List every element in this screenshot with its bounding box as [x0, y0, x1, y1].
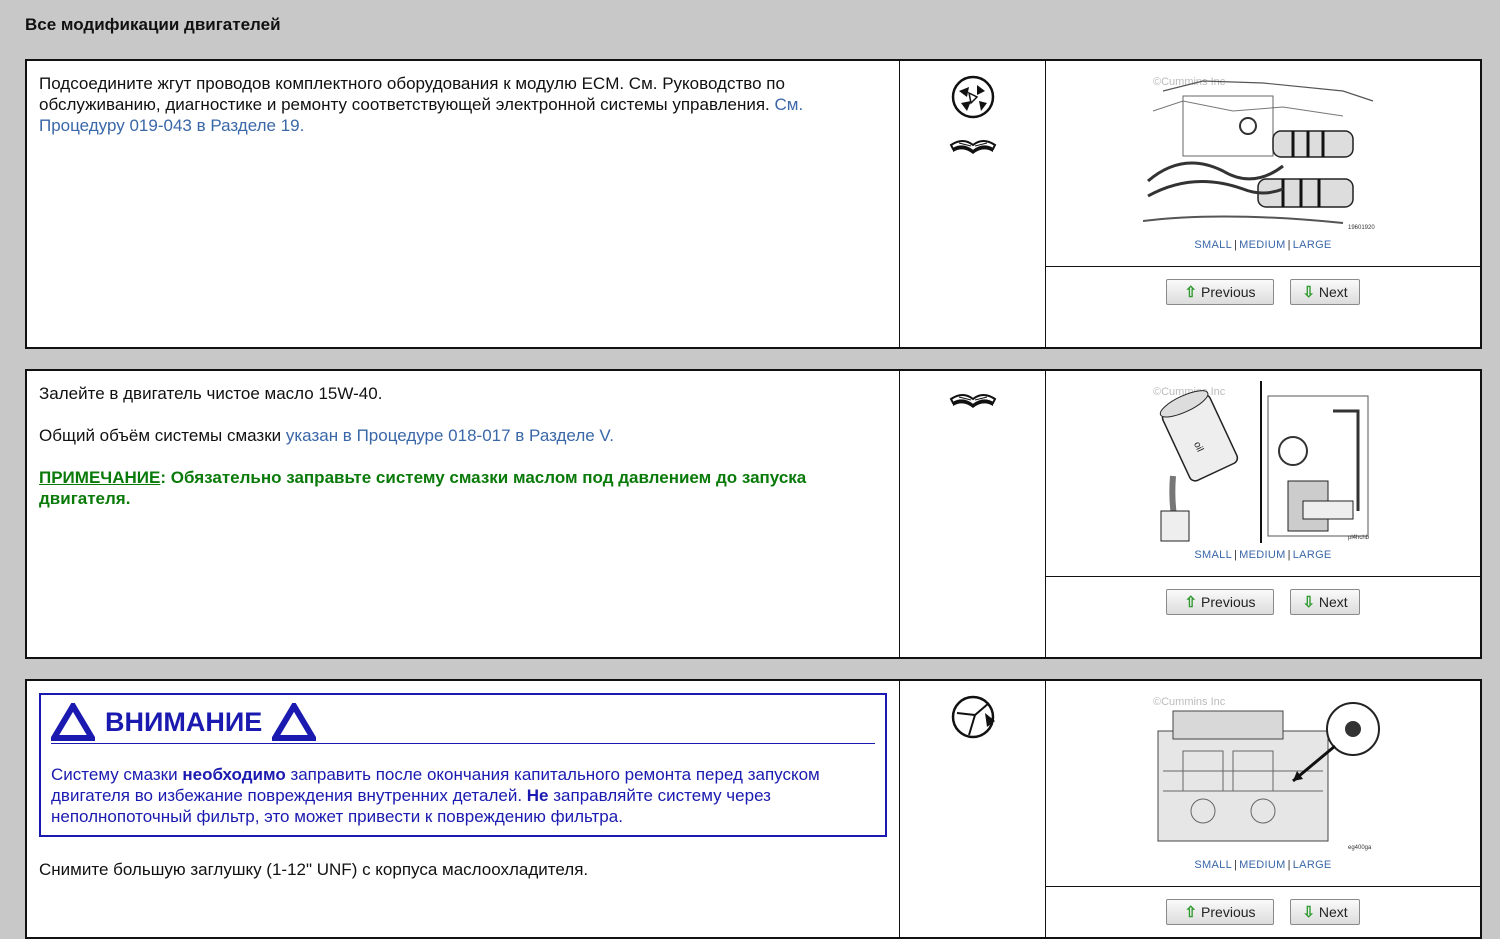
note-block: ПРИМЕЧАНИЕ: Обязательно заправьте систем… [39, 467, 887, 509]
step-instruction: Подсоедините жгут проводов комплектного … [39, 74, 785, 114]
size-links: SMALL | MEDIUM | LARGE [1194, 239, 1332, 251]
warning-triangle-icon [272, 703, 317, 741]
size-large-link[interactable]: LARGE [1293, 549, 1332, 561]
previous-button[interactable]: ⇧ Previous [1166, 279, 1274, 305]
previous-button[interactable]: ⇧ Previous [1166, 899, 1274, 925]
illustration-area: ©Cummins Inc oil pl4hchb SMALL | MEDIUM | LA… [1046, 371, 1480, 577]
svg-text:©Cummins Inc: ©Cummins Inc [1153, 696, 1226, 708]
step-media-cell: ©Cummins Inc oil pl4hchb SMALL | MEDIUM | LA… [1046, 371, 1480, 657]
procedure-link[interactable]: указан в Процедуре 018-017 в Разделе V. [286, 426, 614, 445]
illustration-area: ©Cummins Inc 19601920 SMALL | MEDIUM | L… [1046, 61, 1480, 267]
svg-text:eg400ga: eg400ga [1348, 845, 1372, 851]
step-instruction: Залейте в двигатель чистое масло 15W-40. [39, 384, 383, 403]
size-medium-link[interactable]: MEDIUM [1239, 239, 1285, 251]
nav-buttons: ⇧ Previous ⇩ Next [1046, 887, 1480, 937]
step-media-cell: ©Cummins Inc eg400ga SMALL | MEDIUM | LARGE [1046, 681, 1480, 937]
warning-box: ВНИМАНИЕ Систему смазки необходимо запра… [39, 693, 887, 837]
nav-buttons: ⇧ Previous ⇩ Next [1046, 577, 1480, 657]
svg-text:pl4hchb: pl4hchb [1348, 535, 1370, 541]
size-small-link[interactable]: SMALL [1194, 239, 1232, 251]
oil-cooler-plug-illustration[interactable]: ©Cummins Inc eg400ga [1143, 691, 1383, 853]
warning-triangle-icon [51, 703, 95, 741]
arrow-down-icon: ⇩ [1302, 904, 1315, 921]
arrow-up-icon: ⇧ [1184, 284, 1198, 301]
arrow-down-icon: ⇩ [1302, 284, 1315, 301]
size-small-link[interactable]: SMALL [1194, 549, 1232, 561]
arrow-up-icon: ⇧ [1184, 594, 1198, 611]
book-icon [949, 394, 996, 408]
size-large-link[interactable]: LARGE [1293, 239, 1332, 251]
note-label: ПРИМЕЧАНИЕ [39, 468, 161, 487]
next-button[interactable]: ⇩ Next [1290, 279, 1360, 305]
size-medium-link[interactable]: MEDIUM [1239, 549, 1285, 561]
illustration-area: ©Cummins Inc eg400ga SMALL | MEDIUM | LARGE [1046, 681, 1480, 887]
nav-buttons: ⇧ Previous ⇩ Next [1046, 267, 1480, 347]
arrow-up-icon: ⇧ [1184, 904, 1198, 921]
size-medium-link[interactable]: MEDIUM [1239, 859, 1285, 871]
procedure-step-1: Подсоедините жгут проводов комплектного … [25, 59, 1482, 349]
page-title: Все модификации двигателей [25, 15, 281, 34]
oil-fill-illustration[interactable]: ©Cummins Inc oil pl4hchb [1143, 381, 1383, 543]
next-button[interactable]: ⇩ Next [1290, 589, 1360, 615]
warning-title: ВНИМАНИЕ [105, 706, 263, 737]
step-text-cell: ВНИМАНИЕ Систему смазки необходимо запра… [27, 681, 900, 937]
tool-assembly-icon [951, 75, 994, 119]
warning-text: Систему смазки необходимо заправить посл… [51, 765, 820, 826]
book-icon [949, 140, 996, 154]
warning-header: ВНИМАНИЕ [51, 703, 875, 744]
size-small-link[interactable]: SMALL [1194, 859, 1232, 871]
step-icons-cell [900, 371, 1046, 657]
step-icons-cell [900, 681, 1046, 937]
procedure-step-3: ВНИМАНИЕ Систему смазки необходимо запра… [25, 679, 1482, 939]
next-button[interactable]: ⇩ Next [1290, 899, 1360, 925]
size-links: SMALL | MEDIUM | LARGE [1194, 859, 1332, 871]
step-icons-cell [900, 61, 1046, 347]
svg-text:©Cummins Inc: ©Cummins Inc [1153, 76, 1226, 88]
ecm-harness-illustration[interactable]: ©Cummins Inc 19601920 [1143, 71, 1383, 233]
arrow-down-icon: ⇩ [1302, 594, 1315, 611]
step-capacity-text: Общий объём системы смазки указан в Проц… [39, 426, 614, 445]
step-media-cell: ©Cummins Inc 19601920 SMALL | MEDIUM | L… [1046, 61, 1480, 347]
svg-text:19601920: 19601920 [1348, 225, 1375, 231]
procedure-step-2: Залейте в двигатель чистое масло 15W-40.… [25, 369, 1482, 659]
previous-button[interactable]: ⇧ Previous [1166, 589, 1274, 615]
size-large-link[interactable]: LARGE [1293, 859, 1332, 871]
wrench-socket-icon [951, 695, 995, 739]
step-text-cell: Залейте в двигатель чистое масло 15W-40.… [27, 371, 900, 657]
step-instruction: Снимите большую заглушку (1-12" UNF) с к… [39, 860, 589, 879]
step-text-cell: Подсоедините жгут проводов комплектного … [27, 61, 900, 347]
size-links: SMALL | MEDIUM | LARGE [1194, 549, 1332, 561]
